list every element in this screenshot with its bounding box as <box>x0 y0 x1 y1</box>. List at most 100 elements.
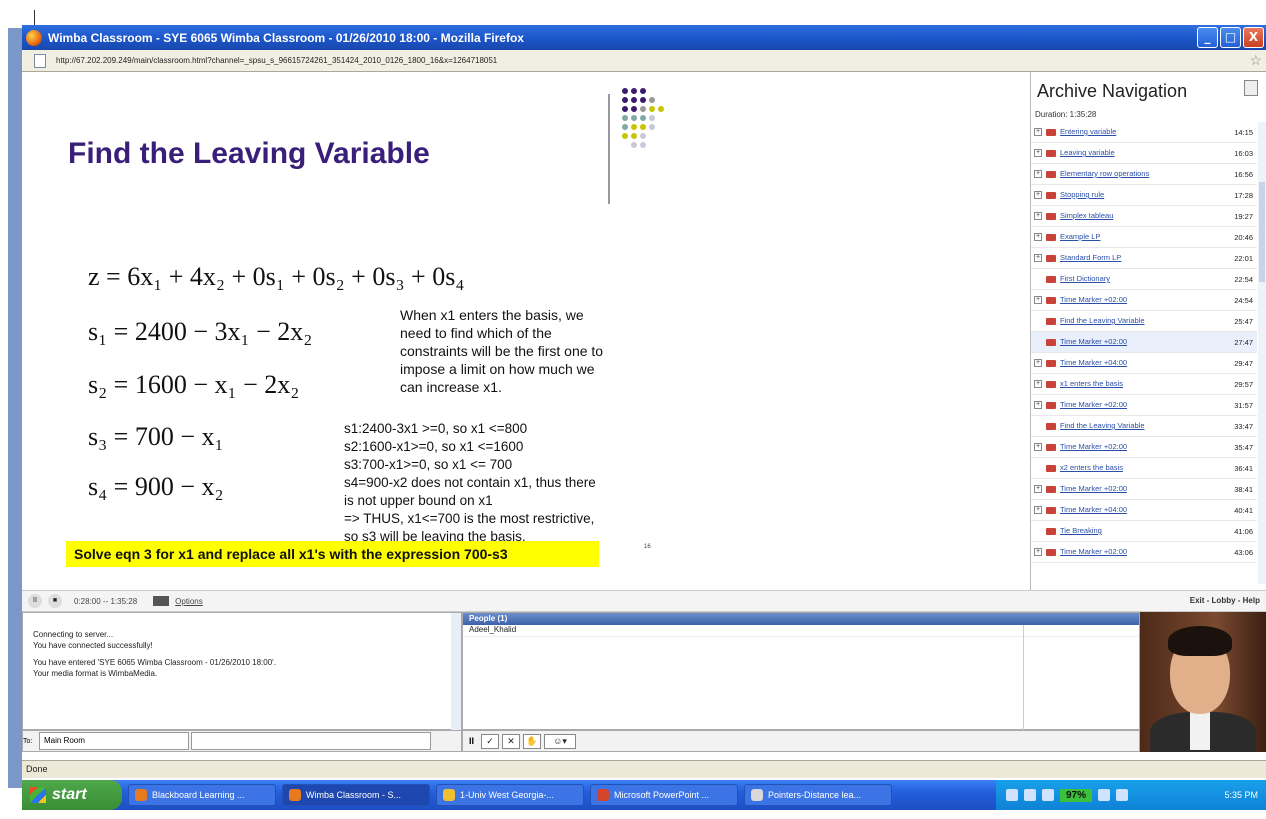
archive-item-time: 43:06 <box>1234 547 1253 557</box>
expand-icon[interactable]: + <box>1034 128 1042 136</box>
tray-icon[interactable] <box>1116 789 1129 801</box>
document-icon <box>751 789 763 801</box>
archive-item-title[interactable]: Leaving variable <box>1060 149 1221 157</box>
archive-item-title[interactable]: Elementary row operations <box>1060 170 1221 178</box>
expand-icon[interactable]: + <box>1034 401 1042 409</box>
archive-item[interactable]: + Stopping rule 17:28 <box>1031 185 1257 206</box>
explanation-line: constraints will be the first one to <box>400 343 604 359</box>
archive-popout-icon[interactable] <box>1244 80 1258 96</box>
exit-lobby-help-links[interactable]: Exit - Lobby - Help <box>1190 596 1260 605</box>
tray-icon[interactable] <box>1006 789 1018 801</box>
expand-icon[interactable]: + <box>1034 506 1042 514</box>
to-label: To: <box>23 737 33 745</box>
firefox-icon <box>26 29 42 46</box>
maximize-button[interactable]: □ <box>1220 27 1241 48</box>
archive-item[interactable]: + Time Marker +04:00 29:47 <box>1031 353 1257 374</box>
archive-scroll-thumb[interactable] <box>1259 182 1265 282</box>
archive-item[interactable]: + Time Marker +02:00 38:41 <box>1031 479 1257 500</box>
archive-item-title[interactable]: Time Marker +02:00 <box>1060 548 1221 556</box>
archive-item[interactable]: + x1 enters the basis 29:57 <box>1031 374 1257 395</box>
x-button[interactable]: ✕ <box>502 733 521 749</box>
pause-button[interactable]: II <box>28 594 42 608</box>
archive-scrollbar[interactable] <box>1258 122 1266 584</box>
archive-item-title[interactable]: Entering variable <box>1060 128 1221 136</box>
taskbar-item[interactable]: Wimba Classroom - S... <box>282 784 430 806</box>
archive-item[interactable]: + Standard Form LP 22:01 <box>1031 248 1257 269</box>
expand-icon[interactable]: + <box>1034 296 1042 304</box>
calc-line: s1:2400-3x1 >=0, so x1 <=800 <box>344 421 528 436</box>
archive-item[interactable]: Find the Leaving Variable 25:47 <box>1031 311 1257 332</box>
powerpoint-icon <box>597 789 609 801</box>
expand-icon[interactable]: + <box>1034 380 1042 388</box>
close-button[interactable]: X <box>1243 27 1264 48</box>
archive-item[interactable]: Find the Leaving Variable 33:47 <box>1031 416 1257 437</box>
taskbar-item[interactable]: Microsoft PowerPoint ... <box>590 784 738 806</box>
archive-item[interactable]: + Entering variable 14:15 <box>1031 122 1257 143</box>
expand-icon[interactable]: + <box>1034 548 1042 556</box>
room-select[interactable]: Main Room <box>39 732 189 750</box>
archive-item-title[interactable]: Time Marker +02:00 <box>1060 443 1221 451</box>
archive-item-title[interactable]: Time Marker +04:00 <box>1060 506 1221 514</box>
archive-item[interactable]: + Elementary row operations 16:56 <box>1031 164 1257 185</box>
url-text[interactable]: http://67.202.209.249/main/classroom.htm… <box>56 56 497 65</box>
expand-icon[interactable]: + <box>1034 443 1042 451</box>
checkmark-button[interactable]: ✓ <box>481 733 500 749</box>
archive-item[interactable]: + Time Marker +02:00 35:47 <box>1031 437 1257 458</box>
bookmark-star-icon[interactable]: ☆ <box>1249 52 1262 69</box>
archive-item-title[interactable]: x1 enters the basis <box>1060 380 1221 388</box>
archive-item[interactable]: + Leaving variable 16:03 <box>1031 143 1257 164</box>
expand-icon[interactable]: + <box>1034 149 1042 157</box>
emoticon-menu-button[interactable]: ☺▾ <box>544 733 577 749</box>
archive-item-title[interactable]: Standard Form LP <box>1060 254 1221 262</box>
archive-item-title[interactable]: Time Marker +02:00 <box>1060 296 1221 304</box>
start-button[interactable]: start <box>22 780 122 810</box>
minimize-button[interactable]: _ <box>1197 27 1218 48</box>
video-camera-icon[interactable] <box>153 596 170 606</box>
expand-icon[interactable]: + <box>1034 170 1042 178</box>
archive-item-title[interactable]: Find the Leaving Variable <box>1060 317 1221 325</box>
expand-icon[interactable]: + <box>1034 191 1042 199</box>
window-titlebar[interactable]: Wimba Classroom - SYE 6065 Wimba Classro… <box>22 25 1266 50</box>
archive-item-title[interactable]: Time Marker +02:00 <box>1060 401 1221 409</box>
chat-scrollbar[interactable] <box>451 613 461 731</box>
archive-item[interactable]: Tie Breaking 41:06 <box>1031 521 1257 542</box>
chat-input[interactable] <box>191 732 431 750</box>
taskbar-item[interactable]: Blackboard Learning ... <box>128 784 276 806</box>
archive-item-title[interactable]: Time Marker +02:00 <box>1060 485 1221 493</box>
expand-icon[interactable]: + <box>1034 233 1042 241</box>
taskbar-item[interactable]: 1-Univ West Georgia-... <box>436 784 584 806</box>
address-bar[interactable]: http://67.202.209.249/main/classroom.htm… <box>22 50 1266 72</box>
archive-item[interactable]: x2 enters the basis 36:41 <box>1031 458 1257 479</box>
archive-item-title[interactable]: Stopping rule <box>1060 191 1221 199</box>
expand-icon[interactable]: + <box>1034 212 1042 220</box>
archive-item-time: 16:03 <box>1234 148 1253 158</box>
archive-item-title[interactable]: Find the Leaving Variable <box>1060 422 1221 430</box>
archive-item[interactable]: + Example LP 20:46 <box>1031 227 1257 248</box>
archive-item[interactable]: + Simplex tableau 19:27 <box>1031 206 1257 227</box>
archive-item-title[interactable]: Time Marker +02:00 <box>1060 338 1221 346</box>
archive-item[interactable]: + Time Marker +02:00 31:57 <box>1031 395 1257 416</box>
stop-button[interactable]: ■ <box>48 594 62 608</box>
archive-item-title[interactable]: Example LP <box>1060 233 1221 241</box>
archive-item-title[interactable]: Time Marker +04:00 <box>1060 359 1221 367</box>
archive-item-title[interactable]: Tie Breaking <box>1060 527 1221 535</box>
hand-raise-button[interactable]: ✋ <box>523 733 542 749</box>
options-link[interactable]: Options <box>175 597 203 606</box>
archive-item[interactable]: + Time Marker +02:00 24:54 <box>1031 290 1257 311</box>
expand-icon[interactable]: + <box>1034 359 1042 367</box>
archive-item[interactable]: First Dictionary 22:54 <box>1031 269 1257 290</box>
expand-icon[interactable]: + <box>1034 254 1042 262</box>
pause-icon[interactable]: II <box>469 736 474 746</box>
tray-icon[interactable] <box>1024 789 1036 801</box>
network-icon[interactable] <box>1098 789 1111 801</box>
archive-item-title[interactable]: Simplex tableau <box>1060 212 1221 220</box>
archive-item-title[interactable]: x2 enters the basis <box>1060 464 1221 472</box>
tray-icon[interactable] <box>1042 789 1054 801</box>
archive-item[interactable]: + Time Marker +02:00 43:06 <box>1031 542 1257 563</box>
archive-item-title[interactable]: First Dictionary <box>1060 275 1221 283</box>
archive-item[interactable]: Time Marker +02:00 27:47 <box>1031 332 1257 353</box>
taskbar-item[interactable]: Pointers-Distance lea... <box>744 784 892 806</box>
archive-item[interactable]: + Time Marker +04:00 40:41 <box>1031 500 1257 521</box>
expand-icon[interactable]: + <box>1034 485 1042 493</box>
battery-indicator[interactable]: 97% <box>1060 788 1093 802</box>
